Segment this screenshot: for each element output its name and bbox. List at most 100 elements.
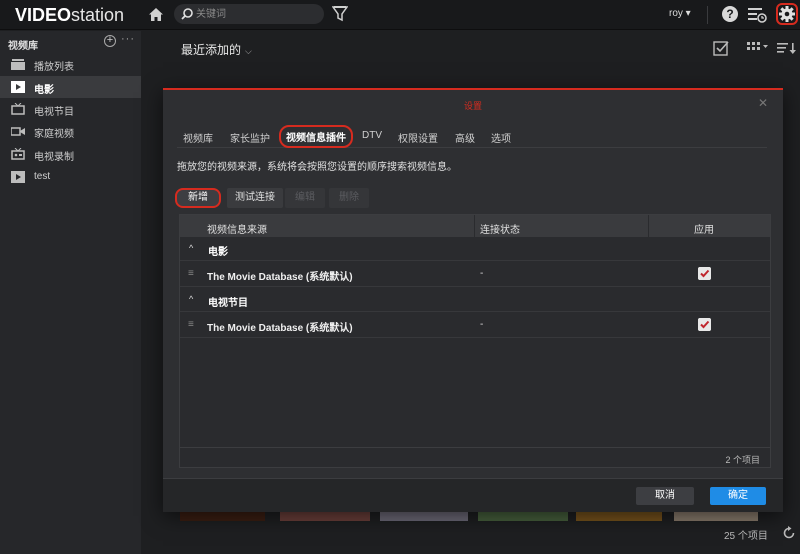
sidebar-item-label: 电视节目 — [34, 107, 74, 118]
video-thumbnail[interactable] — [280, 512, 370, 521]
column-header-source[interactable]: 视频信息来源 — [207, 221, 267, 236]
settings-dialog: 设置 ✕ 视频库 家长监护 视频信息插件 DTV 权限设置 高级 选项 拖放您的… — [163, 88, 783, 512]
tab-library[interactable]: 视频库 — [183, 130, 213, 145]
plugin-description: 拖放您的视频来源，系统将会按照您设置的顺序搜索视频信息。 — [177, 162, 457, 173]
sidebar-item-label: 电影 — [34, 85, 54, 96]
sidebar-item-test[interactable]: test — [0, 166, 141, 188]
video-thumbnail[interactable] — [180, 512, 265, 521]
column-header-apply[interactable]: 应用 — [694, 221, 714, 236]
drag-handle-icon[interactable]: ≡ — [188, 268, 194, 279]
movie-icon — [11, 81, 25, 93]
app-logo: VIDEOstation — [15, 5, 124, 26]
home-icon — [149, 8, 163, 21]
cancel-button[interactable]: 取消 — [636, 487, 694, 505]
source-name: The Movie Database (系统默认) — [207, 272, 353, 283]
sidebar-item-tv-shows[interactable]: 电视节目 — [0, 98, 141, 120]
user-menu[interactable]: roy ▾ — [669, 8, 691, 19]
column-divider — [648, 215, 649, 237]
help-button[interactable]: ? — [722, 6, 738, 22]
ok-button[interactable]: 确定 — [710, 487, 766, 505]
table-row[interactable]: ≡ The Movie Database (系统默认) - — [180, 312, 770, 338]
sidebar: 视频库 + ··· 播放列表 电影 电视节目 家庭视频 电视录制 test — [0, 31, 141, 554]
filter-button[interactable] — [331, 5, 349, 23]
view-mode-button[interactable] — [746, 40, 770, 56]
sidebar-item-label: 播放列表 — [34, 62, 74, 73]
sidebar-item-playlist[interactable]: 播放列表 — [0, 53, 141, 75]
page-title: 最近添加的 — [181, 43, 242, 57]
plugin-grid: 视频信息来源 连接状态 应用 ^ 电影 ≡ The Movie Database… — [179, 214, 771, 468]
video-thumbnail[interactable] — [674, 512, 758, 521]
grid-header: 视频信息来源 连接状态 应用 — [180, 215, 770, 237]
logo-bold: VIDEO — [15, 5, 72, 25]
toolbar-divider — [707, 6, 708, 24]
tab-permissions[interactable]: 权限设置 — [398, 130, 438, 145]
recording-icon — [11, 148, 25, 160]
tasks-icon — [748, 8, 767, 23]
logo-light: station — [71, 5, 125, 25]
tab-options[interactable]: 选项 — [491, 130, 511, 145]
thumbnail-strip — [180, 512, 760, 521]
add-button[interactable]: 新增 — [175, 188, 221, 208]
tab-advanced[interactable]: 高级 — [455, 130, 475, 145]
group-label: 电影 — [208, 247, 228, 258]
apply-checkbox[interactable] — [698, 267, 711, 280]
dialog-title: 设置 — [463, 101, 482, 111]
sidebar-item-label: test — [34, 171, 51, 182]
tab-video-info-plugin[interactable]: 视频信息插件 — [279, 125, 353, 148]
video-thumbnail[interactable] — [380, 512, 468, 521]
playlist-icon — [11, 59, 25, 70]
search-box[interactable] — [174, 4, 324, 24]
drag-handle-icon[interactable]: ≡ — [188, 319, 194, 330]
add-library-button[interactable]: + — [104, 35, 116, 47]
edit-button[interactable]: 编辑 — [285, 188, 325, 208]
grid-footer: 2 个项目 — [180, 447, 770, 468]
sort-button[interactable] — [776, 40, 798, 56]
sidebar-item-movies[interactable]: 电影 — [0, 76, 141, 98]
question-icon: ? — [726, 7, 734, 21]
grid-item-count: 2 个项目 — [725, 455, 760, 465]
connection-status: - — [480, 268, 484, 279]
select-mode-button[interactable] — [713, 40, 729, 56]
close-icon[interactable]: ✕ — [758, 96, 768, 110]
chevron-down-icon: ⌵ — [245, 46, 252, 56]
camera-icon — [11, 127, 25, 136]
search-icon — [181, 8, 193, 20]
item-count: 25 个项目 — [724, 531, 768, 542]
source-name: The Movie Database (系统默认) — [207, 323, 353, 334]
tab-dtv[interactable]: DTV — [362, 130, 382, 141]
collection-dropdown[interactable]: 最近添加的 ⌵ — [181, 41, 252, 58]
settings-button[interactable] — [776, 3, 798, 25]
column-divider — [474, 215, 475, 237]
sidebar-item-home-videos[interactable]: 家庭视频 — [0, 120, 141, 142]
filter-icon — [331, 6, 349, 22]
sidebar-item-label: 家庭视频 — [34, 129, 74, 140]
home-button[interactable] — [146, 5, 166, 25]
video-thumbnail[interactable] — [478, 512, 568, 521]
background-tasks-button[interactable] — [746, 5, 768, 25]
tv-icon — [11, 103, 25, 115]
group-label: 电视节目 — [208, 298, 248, 309]
video-library-icon — [11, 171, 25, 183]
table-row[interactable]: ≡ The Movie Database (系统默认) - — [180, 261, 770, 287]
test-connection-button[interactable]: 测试连接 — [227, 188, 283, 208]
sidebar-item-label: 电视录制 — [34, 152, 74, 163]
sidebar-item-tv-recordings[interactable]: 电视录制 — [0, 143, 141, 165]
dialog-footer: 取消 确定 — [163, 478, 783, 512]
tab-parental-control[interactable]: 家长监护 — [230, 130, 270, 145]
gear-icon — [779, 6, 795, 22]
group-header-movies[interactable]: ^ 电影 — [180, 237, 770, 261]
connection-status: - — [480, 319, 484, 330]
chevron-up-icon: ^ — [189, 243, 194, 253]
top-bar: VIDEOstation roy ▾ ? — [0, 0, 800, 30]
chevron-up-icon: ^ — [189, 294, 194, 304]
search-input[interactable] — [196, 6, 316, 22]
group-header-tv-shows[interactable]: ^ 电视节目 — [180, 288, 770, 312]
more-options-button[interactable]: ··· — [121, 33, 135, 45]
delete-button[interactable]: 删除 — [329, 188, 369, 208]
column-header-status[interactable]: 连接状态 — [480, 221, 520, 236]
video-thumbnail[interactable] — [576, 512, 662, 521]
sidebar-header: 视频库 — [8, 41, 38, 52]
refresh-icon[interactable] — [782, 526, 796, 540]
apply-checkbox[interactable] — [698, 318, 711, 331]
settings-tabs: 视频库 家长监护 视频信息插件 DTV 权限设置 高级 选项 — [177, 125, 767, 148]
